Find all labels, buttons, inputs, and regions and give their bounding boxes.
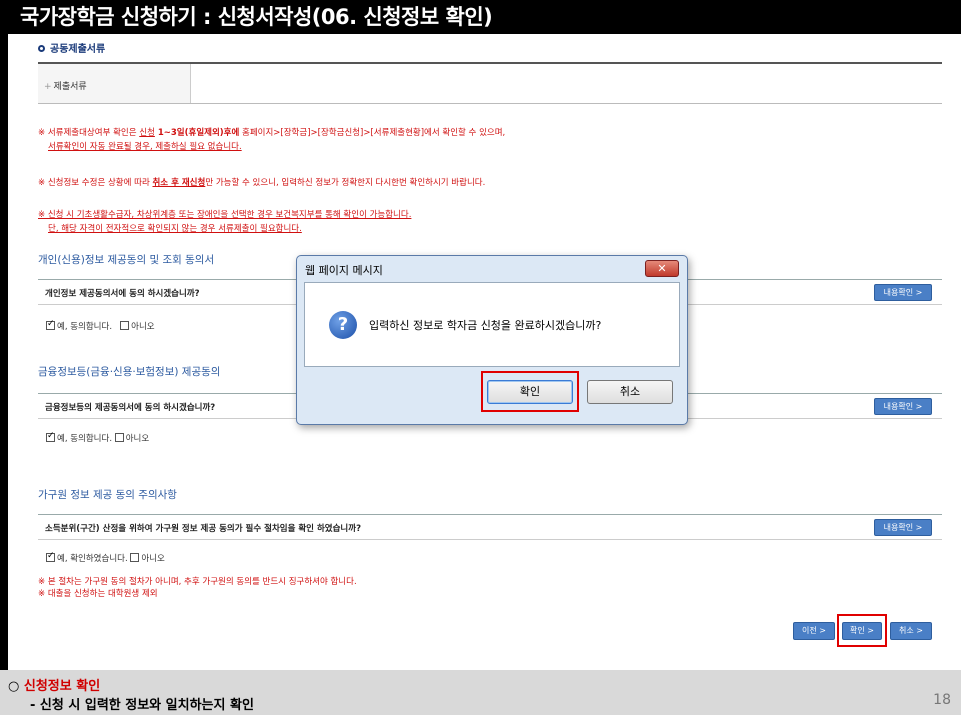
consent-household-title: 가구원 정보 제공 동의 주의사항 (38, 489, 177, 501)
consent-household-no-checkbox[interactable] (130, 553, 140, 562)
page-number: 18 (933, 692, 951, 708)
dialog-message: 입력하신 정보로 학자금 신청을 완료하시겠습니까? (369, 319, 602, 332)
consent-finance-detail-button[interactable]: 내용확인 > (874, 398, 932, 415)
consent-finance-no-checkbox[interactable] (114, 433, 124, 442)
docs-table: + 제출서류 (38, 62, 942, 104)
prev-button[interactable]: 이전 > (793, 622, 835, 640)
confirm-highlight-box (837, 614, 887, 647)
confirm-dialog: 웹 페이지 메시지 ✕ ? 입력하신 정보로 학자금 신청을 완료하시겠습니까?… (296, 255, 688, 425)
consent-household-answer: 예, 확인하였습니다. 아니오 (46, 551, 165, 564)
notice-doc-check: ※ 서류제출대상여부 확인은 신청 1~3일(휴일제외)후에 홈페이지>[장학금… (38, 128, 506, 152)
consent-personal-no-checkbox[interactable] (120, 321, 130, 330)
consent-personal-answer: 예, 동의합니다. 아니오 (46, 319, 155, 332)
consent-personal-question: 개인정보 제공동의서에 동의 하시겠습니까? (45, 289, 200, 299)
consent-household-yes-checkbox[interactable] (46, 551, 55, 562)
footer-heading: ○ 신청정보 확인 (8, 679, 101, 694)
question-icon: ? (329, 311, 357, 339)
consent-personal-yes-checkbox[interactable] (46, 319, 55, 330)
dialog-ok-highlight-box (481, 371, 579, 412)
cancel-button[interactable]: 취소 > (890, 622, 932, 640)
slide-title: 국가장학금 신청하기 : 신청서작성(06. 신청정보 확인) (0, 0, 961, 34)
docs-section-title: 공동제출서류 (38, 40, 105, 55)
footer-subtext: - 신청 시 입력한 정보와 일치하는지 확인 (30, 698, 254, 713)
household-note-2: ※ 대출을 신청하는 대학원생 제외 (38, 589, 158, 599)
slide-footer: ○ 신청정보 확인 - 신청 시 입력한 정보와 일치하는지 확인 18 (0, 670, 961, 715)
docs-row-label: + 제출서류 (38, 64, 191, 103)
consent-finance-yes-checkbox[interactable] (46, 431, 55, 442)
consent-personal-title: 개인(신용)정보 제공동의 및 조회 동의서 (38, 254, 215, 266)
consent-household-question: 소득분위(구간) 산정을 위하여 가구원 정보 제공 동의가 필수 절차임을 확… (45, 524, 361, 534)
consent-personal-detail-button[interactable]: 내용확인 > (874, 284, 932, 301)
dialog-close-icon[interactable]: ✕ (645, 260, 679, 277)
consent-household-detail-button[interactable]: 내용확인 > (874, 519, 932, 536)
notice-welfare: ※ 신청 시 기초생활수급자, 차상위계층 또는 장애인을 선택한 경우 보건복… (38, 210, 412, 234)
consent-household-question-row: 소득분위(구간) 산정을 위하여 가구원 정보 제공 동의가 필수 절차임을 확… (38, 514, 942, 540)
consent-finance-answer: 예, 동의합니다. 아니오 (46, 431, 149, 444)
bullet-circle-icon (38, 45, 45, 52)
dialog-title: 웹 페이지 메시지 (305, 264, 383, 277)
dialog-cancel-button[interactable]: 취소 (587, 380, 673, 404)
notice-modify: ※ 신청정보 수정은 상황에 따라 취소 후 재신청만 가능할 수 있으니, 입… (38, 178, 486, 188)
consent-finance-question: 금융정보등의 제공동의서에 동의 하시겠습니까? (45, 403, 216, 413)
household-note-1: ※ 본 절차는 가구원 동의 절차가 아니며, 추후 가구원의 동의를 반드시 … (38, 577, 357, 587)
dialog-body: ? 입력하신 정보로 학자금 신청을 완료하시겠습니까? (304, 282, 680, 367)
plus-icon: + (44, 82, 52, 92)
slide-left-rule (0, 34, 8, 670)
consent-finance-title: 금융정보등(금융·신용·보험정보) 제공동의 (38, 366, 221, 378)
